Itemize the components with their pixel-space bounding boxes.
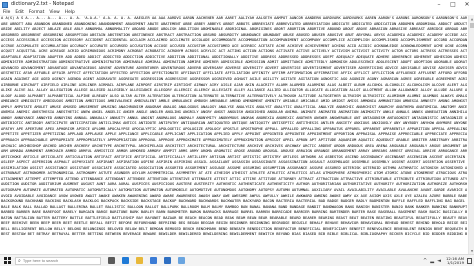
menu-bar: File Edit Format View Help [0, 9, 474, 16]
taskbar-app-edge[interactable] [119, 255, 131, 266]
text-line: ALIKE ALIVE ALL ALLAY ALLEGATION ALLEGE … [1, 88, 467, 93]
text-editor-area[interactable]: A A(S) A S A... A... A... A... A. A. 'A.… [0, 16, 468, 254]
system-tray: ^ ▂ ◄ 12:16 AM 1/1/2019 [423, 255, 472, 266]
text-line: AGAIN AGAINST AGE AGED AGENCY AGENDA AGE… [1, 77, 467, 82]
taskbar-app-store[interactable] [147, 255, 159, 266]
text-line: ASLEEP ASPECT ASPERSION ASPHALT ASPHYXIA… [1, 160, 467, 165]
pinned-apps [105, 255, 189, 266]
edge-icon [121, 257, 129, 264]
notepad-icon [2, 1, 8, 8]
mail-icon [163, 257, 171, 264]
text-line: BACKGROUND BACKHAND BACKING BACKLASH BAC… [1, 199, 467, 204]
scroll-thumb[interactable] [470, 23, 474, 28]
close-button[interactable]: ✕ [460, 0, 474, 9]
text-line: BARBED BARBER BARE BAREFOOT BARELY BARGA… [1, 210, 467, 215]
text-line: BEEF BEEHIVE BEEN BEEP BEER BEET BEETLE … [1, 221, 467, 226]
menu-edit[interactable]: Edit [15, 9, 24, 16]
vertical-scrollbar[interactable]: ▲ ▼ [468, 16, 474, 254]
menu-view[interactable]: View [49, 9, 59, 16]
volume-icon[interactable]: ◄ [437, 255, 441, 266]
start-button[interactable] [2, 256, 12, 266]
taskbar-app-task-view[interactable] [105, 255, 117, 266]
menu-file[interactable]: File [3, 9, 10, 16]
clock[interactable]: 12:16 AM 1/1/2019 [446, 256, 464, 266]
menu-help[interactable]: Help [65, 9, 75, 16]
notepad-icon [177, 256, 185, 264]
minimize-button[interactable]: – [432, 0, 446, 9]
text-line: AUTOGRAPH AUTOMATE AUTOMATED AUTOMATIC A… [1, 187, 467, 192]
text-line: ACCESS ACCESSIBLE ACCESSION ACCESSORY AC… [1, 38, 467, 43]
scroll-up-arrow-icon[interactable]: ▲ [469, 16, 474, 22]
network-icon[interactable]: ▂ [430, 255, 434, 266]
search-input[interactable] [22, 257, 97, 264]
taskbar-app-mail[interactable] [161, 255, 173, 266]
tray-chevron-icon[interactable]: ^ [423, 255, 427, 266]
clock-date: 1/1/2019 [446, 260, 464, 265]
text-line: A A(S) A S A... A... A... A... A. A. 'A.… [1, 16, 467, 20]
maximize-button[interactable]: □ [446, 0, 460, 9]
search-icon: ⌕ [18, 257, 21, 264]
notification-icon[interactable] [467, 258, 472, 264]
windows-logo-icon [3, 257, 11, 264]
taskbar-app-notepad[interactable] [175, 255, 187, 266]
text-line: AMBIANCE AMBIGUITY AMBIGUOUS AMBITION AM… [1, 99, 467, 104]
text-line: ARM ARMADA ARMAMENT ARMCHAIR ARMED ARMFU… [1, 149, 467, 154]
store-icon [149, 257, 157, 264]
taskbar-search[interactable]: ⌕ [15, 256, 101, 265]
menu-format[interactable]: Format [29, 9, 44, 16]
text-line: ACQUIT ACQUITTAL ACRE ACREAGE ACRID ACRI… [1, 49, 467, 54]
taskbar-app-file-explorer[interactable] [133, 255, 145, 266]
text-line: APPROACH APPROACHABLE APPROPRIATE APPROP… [1, 138, 467, 143]
task-view-icon [107, 257, 115, 264]
taskbar: ⌕ ^ ▂ ◄ 12:16 AM 1/1/2019 [0, 254, 474, 266]
text-line: BEST BESTOW BET BETRAY BETRAYAL BETTER B… [1, 232, 467, 237]
file-explorer-icon [135, 257, 143, 264]
text-line: ABIDE ABILITY ABJECT ABLAZE ABLE ABLY AB… [1, 27, 467, 32]
window-controls: – □ ✕ [432, 0, 474, 9]
